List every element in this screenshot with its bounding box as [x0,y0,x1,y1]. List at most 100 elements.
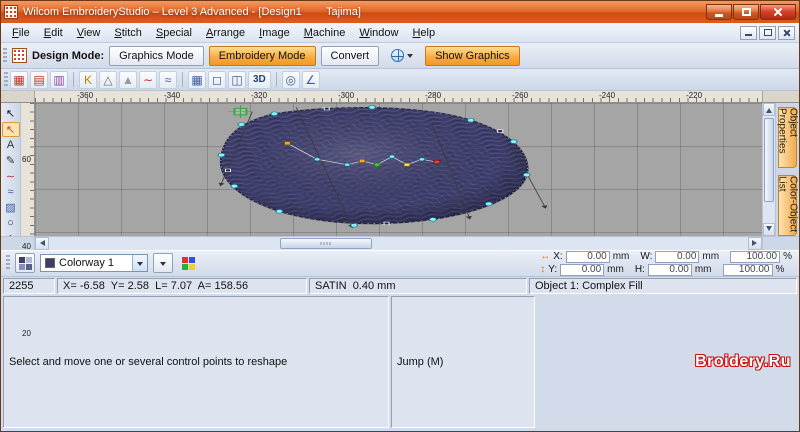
menu-edit[interactable]: Edit [37,25,70,41]
colorway-swatch [45,258,55,268]
thread-colors-dropdown[interactable] [153,253,173,273]
maximize-button[interactable] [733,4,759,20]
dropdown-button[interactable] [132,255,147,271]
arrow-left-icon [37,240,45,246]
3d-view-button[interactable]: 3D [248,70,271,89]
menu-arrange[interactable]: Arrange [199,25,252,41]
drag-handle[interactable] [4,71,8,88]
object-start-anchor[interactable] [228,105,253,119]
measure-icon[interactable]: ∠ [301,70,320,89]
ruler-corner [1,91,35,102]
scroll-right-button[interactable] [748,236,762,250]
hscroll-track[interactable] [49,237,748,250]
scale-x-unit: % [783,251,792,262]
scale-y-field[interactable] [722,263,773,276]
design-canvas[interactable] [35,103,762,236]
current-function: Jump (M) [391,295,535,428]
height-field[interactable] [647,263,692,276]
menu-special[interactable]: Special [149,25,199,41]
fill-tool[interactable]: ▨ [2,200,20,215]
mdi-close-button[interactable] [778,25,795,40]
hint-bar: Select and move one or several control p… [1,294,799,431]
sculpt-run-icon[interactable]: ≈ [159,70,177,89]
satin-tool[interactable]: ≈ [2,185,20,199]
mdi-minimize-button[interactable] [740,25,757,40]
mdi-close-icon [783,29,791,37]
hscroll-thumb[interactable] [279,237,372,249]
mdi-restore-button[interactable] [759,25,776,40]
vscroll-thumb[interactable] [764,118,774,202]
menu-window[interactable]: Window [352,25,405,41]
hoop-globe-dropdown[interactable] [384,46,420,66]
colorway-select[interactable]: Colorway 1 [40,254,148,272]
lettering-tool[interactable]: A [2,138,20,152]
tab-object-properties[interactable]: Object Properties [777,107,799,168]
show-graphics-button[interactable]: Show Graphics [425,45,520,66]
select-tool[interactable]: ↖ [2,106,20,121]
stitch-toolbar: ▦ ▤ ▥ K △ ▲ ∼ ≈ ▦ ◻ ◫ 3D ◎ ∠ [1,69,799,91]
transform-panel: ↔ X: mm W: mm % ↕ Y: mm H: mm % [540,250,794,276]
mixing-palette-icon [181,256,195,270]
close-button[interactable] [760,4,796,20]
vertical-ruler: 60 40 20 [21,103,35,338]
scrollbar-corner [762,236,799,250]
zoom-box-icon[interactable]: ◎ [281,70,300,89]
run-tool[interactable]: ∼ [2,169,20,184]
colorway-editor-button[interactable] [15,253,35,273]
digitize-open-icon[interactable]: K [79,70,97,89]
run-stitch-icon[interactable]: ∼ [139,70,157,89]
ruler-row: -360 -340 -320 -300 -280 -260 -240 -220 [1,91,799,103]
y-position-field[interactable] [560,263,605,276]
pattern-run-icon[interactable]: ▦ [10,70,28,89]
menu-image[interactable]: Image [252,25,297,41]
pointer-coordinates: X= -6.58 Y= 2.58 L= 7.07 A= 158.56 [57,277,307,294]
horizontal-scrollbar-row [1,235,799,250]
scroll-down-button[interactable] [763,222,775,236]
triangle-solid-icon[interactable]: ▲ [119,70,137,89]
x-position-field[interactable] [565,250,610,263]
vscroll-track[interactable] [763,116,775,223]
x-unit: mm [612,251,630,262]
app-icon [4,5,18,19]
pattern-fill-icon[interactable]: ▤ [30,70,48,89]
width-field[interactable] [655,250,700,263]
embroidery-object[interactable] [219,103,529,233]
x-axis-icon: ↔ [540,250,551,262]
status-bar: 2255 X= -6.58 Y= 2.58 L= 7.07 A= 158.56 … [1,276,799,295]
convert-button[interactable]: Convert [320,45,380,66]
arrow-right-icon [752,240,760,246]
triangle-open-icon[interactable]: △ [99,70,117,89]
menu-help[interactable]: Help [405,25,442,41]
motif-fill-icon[interactable]: ▥ [50,70,68,89]
docker-tabstrip: Object Properties Color-Object List [775,103,799,236]
ruler-label: -320 [251,91,268,100]
vertical-scrollbar[interactable] [762,103,775,236]
w-unit: mm [702,251,720,262]
menu-machine[interactable]: Machine [297,25,353,41]
ruler-label: -260 [512,91,529,100]
scroll-up-button[interactable] [763,103,775,116]
reshape-tool[interactable]: ↖ [1,122,20,137]
pen-tool[interactable]: ✎ [2,153,20,168]
h-unit: mm [694,264,712,275]
menu-view[interactable]: View [70,25,108,41]
minimize-button[interactable] [706,4,732,20]
tab-color-object-list[interactable]: Color-Object List [777,174,799,236]
scale-x-field[interactable] [730,250,781,263]
scroll-left-button[interactable] [35,236,49,250]
embroidery-mode-button[interactable]: Embroidery Mode [208,45,316,66]
menu-file[interactable]: File [5,25,37,41]
graphics-mode-button[interactable]: Graphics Mode [109,45,204,66]
grid-settings-icon[interactable]: ▦ [188,70,206,89]
toolbox: ↖ ↖ A ✎ ∼ ≈ ▨ ○ ◇ ∷ ↕ [1,103,21,276]
design-mode-label: Design Mode: [32,49,105,62]
prompt-text: Select and move one or several control p… [3,295,389,428]
outline-tool[interactable]: ○ [2,216,20,230]
ruler-label: -280 [425,91,442,100]
hoop-icon[interactable]: ◻ [208,70,226,89]
drag-handle[interactable] [3,47,7,64]
overview-window-icon[interactable]: ◫ [228,70,246,89]
drag-handle[interactable] [6,255,10,271]
menu-stitch[interactable]: Stitch [107,25,149,41]
mixing-palette-button[interactable] [178,253,198,273]
